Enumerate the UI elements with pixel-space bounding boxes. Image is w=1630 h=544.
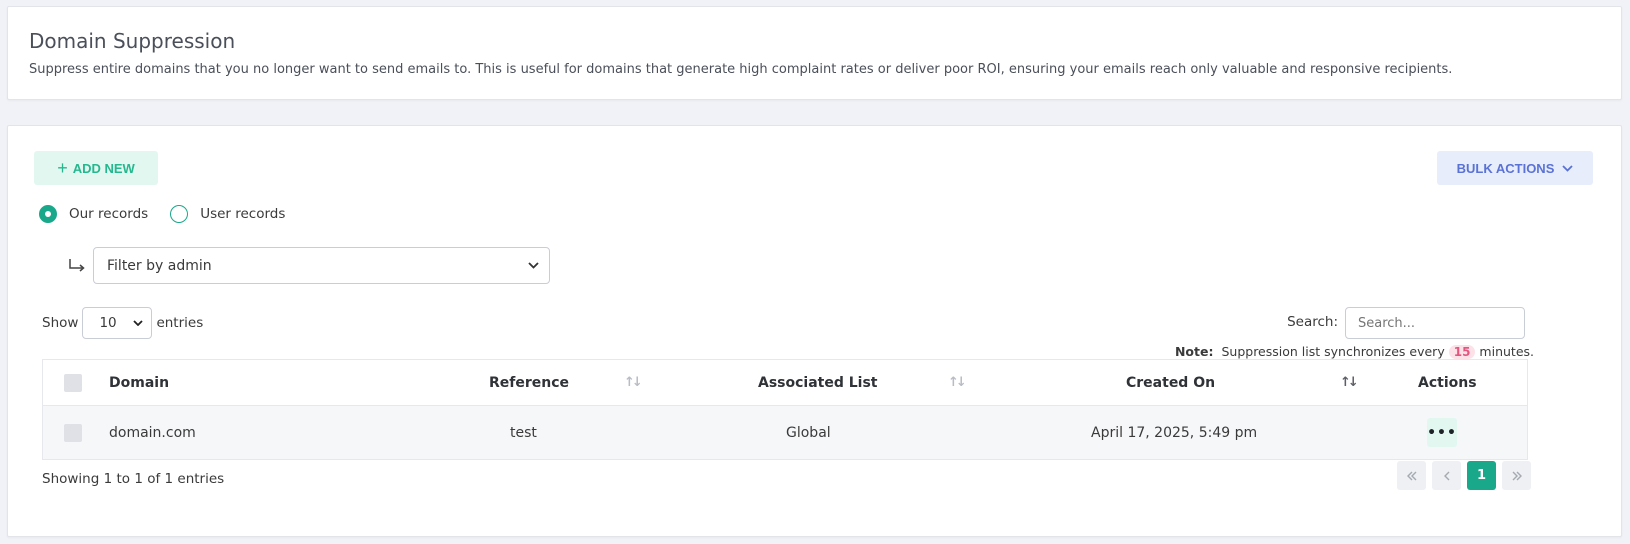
filter-by-admin-select[interactable]: Filter by admin [93, 247, 550, 284]
suppression-table: Domain Reference ↑↓ Associated List ↑↓ C… [42, 359, 1528, 460]
table-header: Domain Reference ↑↓ Associated List ↑↓ C… [43, 360, 1527, 406]
row-created-on: April 17, 2025, 5:49 pm [1091, 424, 1258, 441]
chevron-left-icon [1443, 471, 1449, 480]
chevrons-right-icon [1512, 471, 1522, 480]
entries-select[interactable]: 10 [82, 307, 153, 339]
note-text-before: Suppression list synchronizes every [1221, 344, 1445, 359]
note-label: Note: [1174, 344, 1214, 359]
records-radio-group: Our records User records [39, 205, 307, 223]
entries-length-control: Show 10 entries [42, 307, 203, 339]
previous-page-button[interactable] [1432, 461, 1461, 490]
column-actions: Actions [1418, 374, 1477, 391]
row-reference: test [510, 424, 537, 441]
plus-icon: + [57, 158, 68, 178]
our-records-radio[interactable] [39, 205, 57, 223]
more-horizontal-icon: ••• [1427, 424, 1457, 441]
sort-created-on-icon[interactable]: ↑↓ [1340, 375, 1359, 390]
row-actions-menu-button[interactable]: ••• [1427, 418, 1457, 447]
column-domain[interactable]: Domain [109, 375, 169, 391]
filter-by-admin-value: Filter by admin [107, 257, 212, 274]
page-description: Suppress entire domains that you no long… [29, 62, 1453, 77]
select-all-checkbox[interactable] [64, 373, 82, 392]
chevron-down-icon [133, 320, 144, 326]
bulk-actions-label: BULK ACTIONS [1456, 160, 1555, 176]
search-input[interactable] [1345, 307, 1525, 339]
entries-label: entries [156, 315, 204, 331]
column-reference[interactable]: Reference [489, 375, 569, 391]
column-created-on[interactable]: Created On [1126, 375, 1215, 391]
our-records-label[interactable]: Our records [69, 206, 148, 222]
bulk-actions-button[interactable]: BULK ACTIONS [1437, 151, 1593, 185]
user-records-label[interactable]: User records [200, 206, 285, 222]
chevron-down-icon [1562, 164, 1574, 172]
header-card: Domain Suppression Suppress entire domai… [7, 6, 1622, 100]
chevron-down-icon [528, 262, 539, 269]
sync-note: Note: Suppression list synchronizes ever… [1175, 344, 1534, 359]
table-row: domain.com test Global April 17, 2025, 5… [43, 406, 1527, 459]
row-domain: domain.com [109, 424, 196, 441]
row-associated-list: Global [786, 424, 831, 441]
sort-reference-icon[interactable]: ↑↓ [624, 375, 643, 390]
user-records-radio[interactable] [170, 205, 189, 223]
row-checkbox[interactable] [64, 423, 82, 442]
column-associated-list[interactable]: Associated List [758, 375, 878, 391]
chevrons-left-icon [1406, 471, 1416, 480]
search-label: Search: [1287, 314, 1338, 330]
add-new-label: ADD NEW [72, 160, 135, 176]
pagination: 1 [1397, 461, 1531, 490]
show-label: Show [42, 315, 79, 331]
last-page-button[interactable] [1502, 461, 1531, 490]
page-title: Domain Suppression [29, 29, 236, 53]
showing-entries-info: Showing 1 to 1 of 1 entries [42, 471, 225, 487]
page-button-current[interactable]: 1 [1467, 461, 1496, 490]
sync-minutes-badge: 15 [1448, 344, 1476, 359]
first-page-button[interactable] [1397, 461, 1426, 490]
main-card: + ADD NEW BULK ACTIONS Our records User … [7, 125, 1622, 537]
add-new-button[interactable]: + ADD NEW [34, 151, 158, 185]
sort-associated-list-icon[interactable]: ↑↓ [948, 375, 967, 390]
note-text-after: minutes. [1479, 344, 1534, 359]
subdirectory-arrow-icon [69, 259, 85, 272]
entries-select-value: 10 [99, 315, 117, 331]
